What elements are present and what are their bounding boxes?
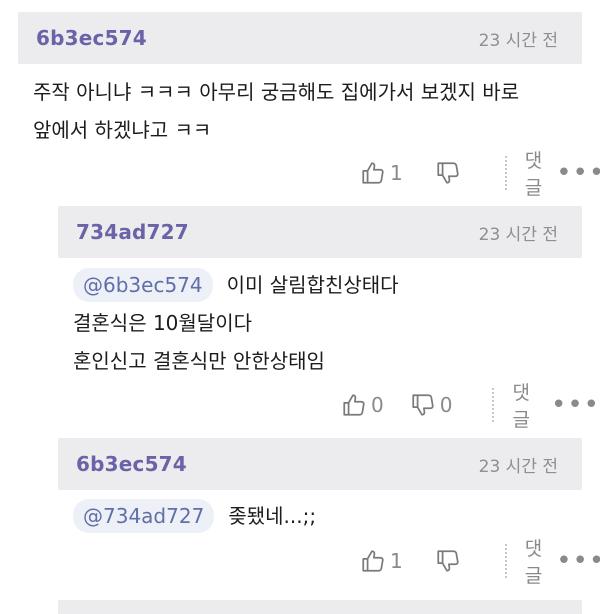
timestamp: 23 시간 전 xyxy=(478,30,558,51)
like-button[interactable]: 0 xyxy=(341,392,384,418)
more-options-icon[interactable]: ••• xyxy=(556,548,600,574)
dislike-count: 0 xyxy=(439,393,453,417)
action-bar: 0 0 댓글 ••• xyxy=(341,382,600,431)
comment-line: 결혼식은 10월달이다 xyxy=(73,311,253,335)
thumbs-up-icon xyxy=(360,160,386,186)
thumbs-down-icon xyxy=(435,548,461,574)
comment-line: 혼인신고 결혼식만 안한상태임 xyxy=(73,349,325,373)
comment-body: 주작 아니냐 ㅋㅋㅋ 아무리 궁금해도 집에가서 보겠지 바로 앞에서 하겠냐고… xyxy=(33,73,519,149)
reply-button[interactable]: 댓글 xyxy=(512,378,537,432)
timestamp: 23 시간 전 xyxy=(478,224,558,245)
comment-body: @734ad727 좆됐네...;; xyxy=(73,497,316,535)
comment-header: 6b3ec574 23 시간 전 xyxy=(18,12,582,64)
comment-line: @734ad727 좆됐네...;; xyxy=(73,497,316,535)
action-bar: 1 댓글 ••• xyxy=(360,150,600,199)
more-options-icon[interactable]: ••• xyxy=(556,160,600,186)
comment-line: 주작 아니냐 ㅋㅋㅋ 아무리 궁금해도 집에가서 보겠지 바로 xyxy=(33,80,520,104)
more-options-icon[interactable]: ••• xyxy=(551,392,600,418)
comment-line: 앞에서 하겠냐고 ㅋㅋ xyxy=(33,118,212,142)
timestamp: 23 시간 전 xyxy=(478,456,558,477)
comment-body: @6b3ec574 이미 살림합친상태다 결혼식은 10월달이다 혼인신고 결혼식… xyxy=(73,266,399,380)
divider xyxy=(504,544,507,578)
dislike-button[interactable] xyxy=(435,548,465,574)
like-button[interactable]: 1 xyxy=(360,160,403,186)
thumbs-down-icon xyxy=(410,392,436,418)
comment-text: 좆됐네...;; xyxy=(228,504,317,528)
like-count: 1 xyxy=(390,549,403,573)
dislike-button[interactable] xyxy=(435,160,465,186)
like-count: 0 xyxy=(371,393,384,417)
divider xyxy=(504,156,507,190)
comment-text: 이미 살림합친상태다 xyxy=(226,273,399,297)
comment-header-partial xyxy=(58,600,582,614)
thumbs-down-icon xyxy=(435,160,461,186)
reply-button[interactable]: 댓글 xyxy=(525,534,542,588)
reply-button[interactable]: 댓글 xyxy=(525,146,542,200)
like-button[interactable]: 1 xyxy=(360,548,403,574)
like-count: 1 xyxy=(390,161,403,185)
thumbs-up-icon xyxy=(360,548,386,574)
username[interactable]: 6b3ec574 xyxy=(76,452,187,476)
mention-tag[interactable]: @6b3ec574 xyxy=(73,268,213,302)
divider xyxy=(492,388,495,422)
username[interactable]: 6b3ec574 xyxy=(36,26,147,50)
username[interactable]: 734ad727 xyxy=(76,220,189,244)
comment-line: @6b3ec574 이미 살림합친상태다 xyxy=(73,266,399,304)
thumbs-up-icon xyxy=(341,392,367,418)
dislike-button[interactable]: 0 xyxy=(410,392,453,418)
comment-header: 734ad727 23 시간 전 xyxy=(58,206,582,258)
mention-tag[interactable]: @734ad727 xyxy=(73,499,215,533)
action-bar: 1 댓글 ••• xyxy=(360,538,600,587)
comment-header: 6b3ec574 23 시간 전 xyxy=(58,438,582,490)
